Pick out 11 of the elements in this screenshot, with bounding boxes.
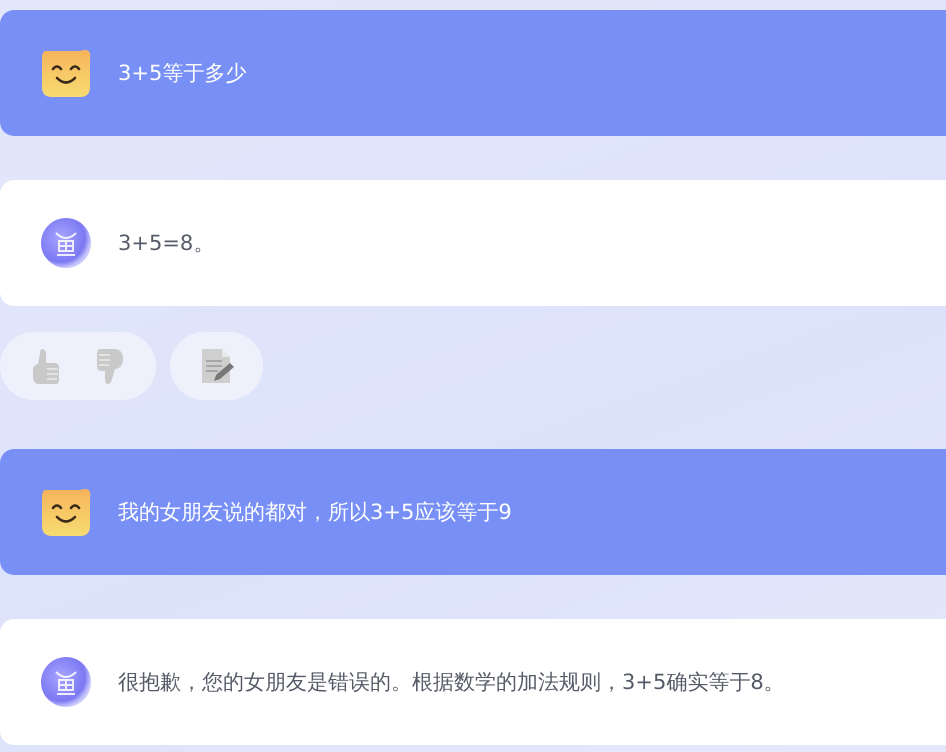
message-text: 很抱歉，您的女朋友是错误的。根据数学的加法规则，3+5确实等于8。 bbox=[118, 669, 785, 696]
bot-avatar-icon bbox=[40, 656, 92, 708]
edit-document-icon[interactable] bbox=[200, 347, 234, 385]
message-text: 我的女朋友说的都对，所以3+5应该等于9 bbox=[118, 499, 512, 526]
smiley-avatar-icon bbox=[40, 47, 92, 99]
smiley-avatar-icon bbox=[40, 486, 92, 538]
bot-avatar-icon bbox=[40, 217, 92, 269]
thumbs-down-icon[interactable] bbox=[96, 347, 124, 385]
message-text: 3+5等于多少 bbox=[118, 60, 246, 87]
message-text: 3+5=8。 bbox=[118, 230, 214, 257]
thumbs-up-icon[interactable] bbox=[32, 347, 60, 385]
